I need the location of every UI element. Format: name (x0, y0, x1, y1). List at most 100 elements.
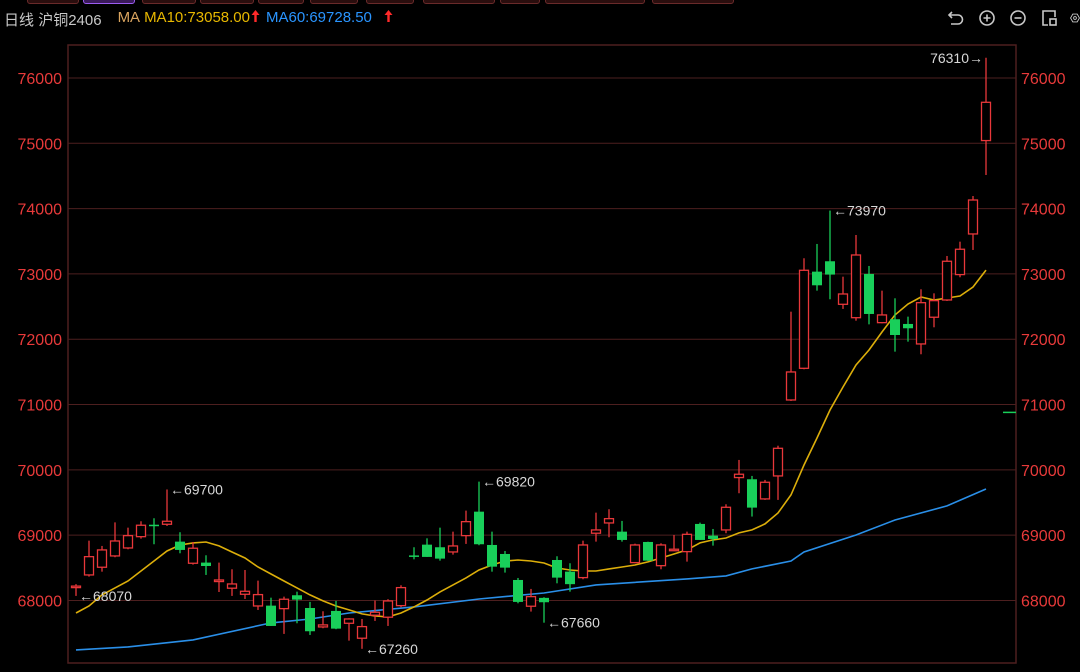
candle-down (890, 298, 900, 352)
candle-up (122, 527, 134, 550)
candle-body (278, 598, 290, 610)
candle-body (772, 447, 784, 477)
candle-up (317, 611, 329, 629)
candle-body (513, 579, 523, 602)
symbol-label: 沪铜2406 (38, 12, 102, 29)
chart-title: 日线 沪铜2406 (4, 9, 102, 30)
candle-body (239, 590, 251, 595)
candle-down (552, 556, 562, 584)
ma10-up-arrow-icon (251, 9, 260, 30)
candle-body (603, 517, 615, 524)
candle-body (149, 524, 159, 527)
candle-up (603, 509, 615, 538)
candle-down (292, 591, 302, 624)
y-tick-label-left: 76000 (18, 71, 63, 88)
candle-body (668, 548, 680, 552)
candle-up (109, 522, 121, 558)
candle-body (708, 535, 718, 539)
candle-body (643, 541, 653, 561)
candle-body (864, 273, 874, 314)
candle-down (305, 601, 315, 635)
candle-down (864, 265, 874, 325)
candle-body (122, 534, 134, 549)
candle-body (967, 199, 979, 235)
candle-up (395, 585, 407, 608)
chart-toolbar (946, 8, 1080, 28)
extreme-price-label: ←69700 (170, 481, 223, 497)
candle-body (850, 254, 862, 319)
candle-up (525, 588, 537, 612)
candle-body (500, 553, 510, 568)
y-tick-label-right: 75000 (1021, 136, 1066, 153)
candle-body (201, 562, 211, 566)
candle-up (928, 293, 940, 328)
candle-body (266, 605, 276, 626)
candle-up (668, 534, 680, 552)
candle-body (825, 261, 835, 275)
candle-up (954, 241, 966, 278)
candle-down (474, 481, 484, 546)
candle-body (135, 524, 147, 538)
candle-body (552, 559, 562, 578)
candle-down (617, 520, 627, 542)
candle-body (759, 481, 771, 500)
candle-body (435, 547, 445, 559)
candle-body (890, 319, 900, 335)
candle-body (331, 610, 341, 629)
candle-body (109, 540, 121, 557)
candle-up (876, 290, 888, 324)
candle-body (409, 555, 419, 557)
candle-body (798, 269, 810, 369)
zoom-out-icon[interactable] (1008, 8, 1028, 28)
candle-body (629, 544, 641, 564)
candle-body (565, 571, 575, 585)
candle-down (409, 547, 419, 560)
candle-down (565, 563, 575, 592)
candle-up (629, 543, 641, 564)
candle-down (695, 522, 705, 540)
candle-body (695, 523, 705, 540)
layout-icon[interactable] (1039, 8, 1059, 28)
y-tick-label-right: 72000 (1021, 332, 1066, 349)
candle-body (447, 545, 459, 553)
candle-body (252, 593, 264, 607)
candlestick-chart[interactable]: 68000 68000 69000 69000 70000 70000 71000 71000… (0, 0, 1080, 672)
candle-up (226, 569, 238, 596)
candle-body (903, 323, 913, 329)
y-tick-label-right: 70000 (1021, 463, 1066, 480)
candle-body (590, 529, 602, 534)
y-tick-label-right: 76000 (1021, 71, 1066, 88)
candle-down (422, 538, 432, 557)
candle-up (772, 445, 784, 500)
candle-body (356, 625, 368, 639)
candle-body (525, 595, 537, 607)
candle-body (226, 583, 238, 589)
ma10-line (75, 269, 987, 618)
undo-icon[interactable] (946, 8, 966, 28)
ma60-line (75, 488, 987, 651)
candle-body (305, 607, 315, 632)
candle-up (837, 276, 849, 309)
period-label: 日线 (4, 12, 35, 29)
candle-up (577, 540, 589, 580)
y-tick-label-left: 69000 (18, 528, 63, 545)
candle-up (590, 512, 602, 542)
extreme-price-label: ←73970 (833, 203, 886, 219)
candle-down (513, 577, 523, 604)
y-tick-label-left: 68000 (18, 593, 63, 610)
candle-up (278, 596, 290, 634)
settings-icon[interactable] (1070, 8, 1080, 28)
candle-up (759, 479, 771, 500)
ma-label[interactable]: MA (118, 9, 141, 30)
candle-body (876, 314, 888, 324)
candle-body (83, 556, 95, 576)
ma60-up-arrow-icon (384, 9, 393, 30)
candle-body (369, 611, 381, 616)
candle-body (617, 531, 627, 540)
candle-down (435, 527, 445, 561)
y-tick-label-right: 69000 (1021, 528, 1066, 545)
zoom-in-icon[interactable] (977, 8, 997, 28)
y-tick-label-left: 72000 (18, 332, 63, 349)
candle-body (577, 544, 589, 579)
candle-down (825, 210, 835, 300)
